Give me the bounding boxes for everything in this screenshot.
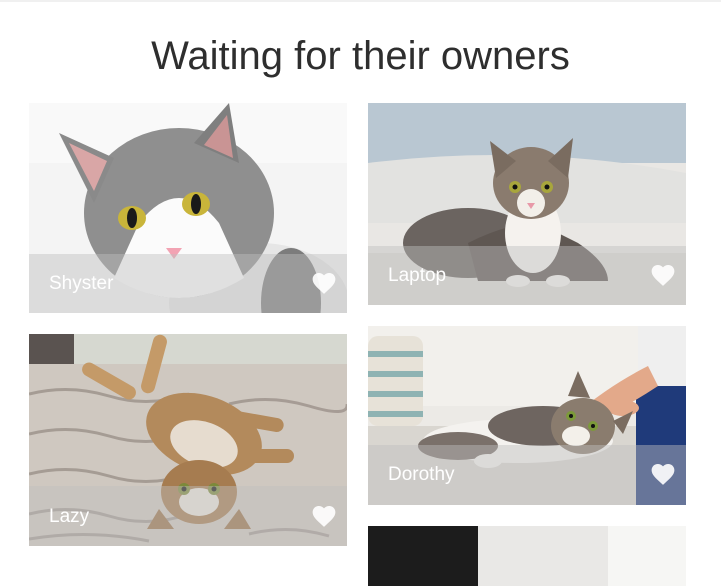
cat-name-label: Shyster [49, 273, 114, 294]
heart-icon[interactable] [311, 504, 337, 528]
cat-name-label: Lazy [49, 506, 90, 527]
heart-icon[interactable] [650, 462, 676, 486]
cat-card-partial[interactable] [368, 526, 686, 586]
page-title: Waiting for their owners [151, 34, 570, 78]
cat-name-label: Laptop [388, 265, 447, 286]
cat-card-dorothy[interactable]: Dorothy [368, 326, 686, 505]
cat-card-laptop[interactable]: Laptop [368, 103, 686, 305]
heart-icon[interactable] [311, 271, 337, 295]
cat-photo [368, 526, 686, 586]
cat-card-lazy[interactable]: Lazy [29, 334, 347, 546]
heart-icon[interactable] [650, 263, 676, 287]
cat-name-label: Dorothy [388, 464, 455, 485]
top-divider [0, 0, 721, 2]
cat-card-shyster[interactable]: Shyster [29, 103, 347, 313]
